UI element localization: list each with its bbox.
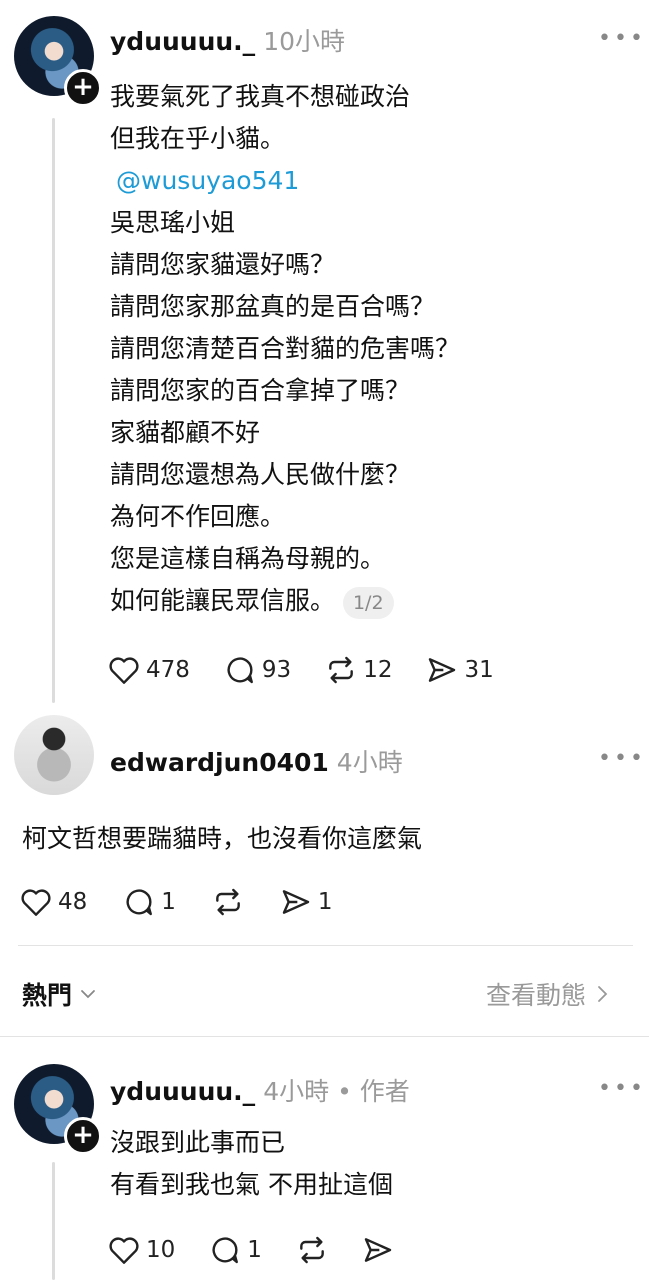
reply-actions: 10 1	[108, 1234, 394, 1266]
page-indicator[interactable]: 1/2	[342, 587, 394, 619]
comment-icon	[227, 657, 253, 684]
post-header: yduuuuu._ 10小時	[110, 22, 345, 58]
repost-count: 12	[363, 657, 393, 683]
more-options-icon[interactable]: •••	[598, 746, 646, 771]
post-actions: 478 93 12 31	[108, 654, 494, 686]
share-count: 31	[464, 657, 494, 683]
more-options-icon[interactable]: •••	[598, 1076, 646, 1101]
follow-plus-icon[interactable]: +	[64, 1117, 102, 1155]
timestamp: 4小時	[263, 1077, 330, 1106]
comment-icon	[212, 1237, 239, 1264]
like-button[interactable]: 48	[20, 886, 87, 918]
share-count: 1	[317, 889, 333, 915]
post-body: 我要氣死了我真不想碰政治 但我在乎小貓。 @wusuyao541 吳思瑤小姐 請…	[110, 76, 630, 622]
avatar[interactable]	[14, 715, 94, 795]
send-icon	[282, 890, 310, 914]
comment-count: 1	[161, 889, 176, 915]
share-button[interactable]	[362, 1234, 394, 1266]
post-line: 請問您還想為人民做什麼？	[110, 460, 411, 489]
share-button[interactable]: 1	[280, 886, 333, 918]
username[interactable]: yduuuuu._	[110, 27, 255, 56]
sort-dropdown[interactable]: 熱門	[22, 976, 98, 1012]
repost-button[interactable]	[212, 886, 244, 918]
chevron-down-icon	[81, 990, 95, 999]
comment-count: 93	[261, 657, 292, 683]
post-line: 您是這樣自稱為母親的。	[110, 544, 386, 573]
like-count: 478	[146, 657, 190, 683]
send-icon	[429, 658, 456, 682]
post-line: 我要氣死了我真不想碰政治	[110, 82, 411, 111]
thread-line	[52, 118, 55, 703]
reply-line: 有看到我也氣 不用扯這個	[110, 1170, 393, 1199]
more-options-icon[interactable]: •••	[598, 26, 646, 51]
post-line: 請問您家那盆真的是百合嗎？	[110, 292, 436, 321]
author-badge: • 作者	[337, 1077, 410, 1106]
reply-header: edwardjun0401 4小時	[110, 743, 403, 779]
repost-icon	[329, 656, 354, 684]
post-line: 請問您家貓還好嗎？	[110, 250, 336, 279]
repost-button[interactable]	[296, 1234, 328, 1266]
post-line: 家貓都顧不好	[110, 418, 261, 447]
comment-icon	[126, 889, 153, 916]
reply-text: 柯文哲想要踹貓時，也沒看你這麼氣	[22, 824, 423, 853]
follow-plus-icon[interactable]: +	[64, 69, 102, 107]
like-count: 10	[146, 1237, 176, 1263]
share-button[interactable]: 31	[426, 654, 494, 686]
divider	[18, 945, 633, 946]
like-count: 48	[58, 889, 88, 915]
reply-line: 沒跟到此事而已	[110, 1128, 286, 1157]
repost-button[interactable]: 12	[325, 654, 392, 686]
reply-body: 沒跟到此事而已 有看到我也氣 不用扯這個	[110, 1122, 393, 1206]
comment-count: 1	[247, 1237, 262, 1263]
chevron-right-icon	[598, 986, 608, 1002]
post-line: 吳思瑤小姐	[110, 208, 236, 237]
view-activity-label: 查看動態	[486, 981, 587, 1010]
comment-button[interactable]: 1	[123, 886, 176, 918]
post-line: 請問您家的百合拿掉了嗎？	[110, 376, 411, 405]
sort-label: 熱門	[22, 981, 73, 1010]
view-activity-link[interactable]: 查看動態	[486, 976, 612, 1012]
thread-line	[52, 1162, 55, 1280]
like-button[interactable]: 10	[108, 1234, 175, 1266]
heart-icon	[21, 889, 51, 916]
mention-link[interactable]: @wusuyao541	[110, 160, 630, 202]
post-last-line: 如何能讓民眾信服。 1/2	[110, 580, 630, 622]
heart-icon	[109, 1237, 139, 1264]
comment-button[interactable]: 1	[209, 1234, 262, 1266]
post-line: 如何能讓民眾信服。	[110, 586, 336, 615]
post-line: 但我在乎小貓。	[110, 124, 286, 153]
timestamp: 10小時	[263, 27, 345, 56]
post-line: 為何不作回應。	[110, 502, 286, 531]
reply-actions: 48 1 1	[20, 886, 333, 918]
like-button[interactable]: 478	[108, 654, 190, 686]
timestamp: 4小時	[336, 748, 403, 777]
repost-icon	[216, 888, 240, 916]
post-line: 請問您清楚百合對貓的危害嗎？	[110, 334, 461, 363]
repost-icon	[300, 1236, 324, 1264]
send-icon	[364, 1238, 392, 1262]
username[interactable]: edwardjun0401	[110, 748, 329, 777]
comment-button[interactable]: 93	[224, 654, 291, 686]
reply-header: yduuuuu._ 4小時 • 作者	[110, 1072, 410, 1108]
username[interactable]: yduuuuu._	[110, 1077, 255, 1106]
divider	[0, 1036, 649, 1037]
heart-icon	[109, 657, 139, 684]
